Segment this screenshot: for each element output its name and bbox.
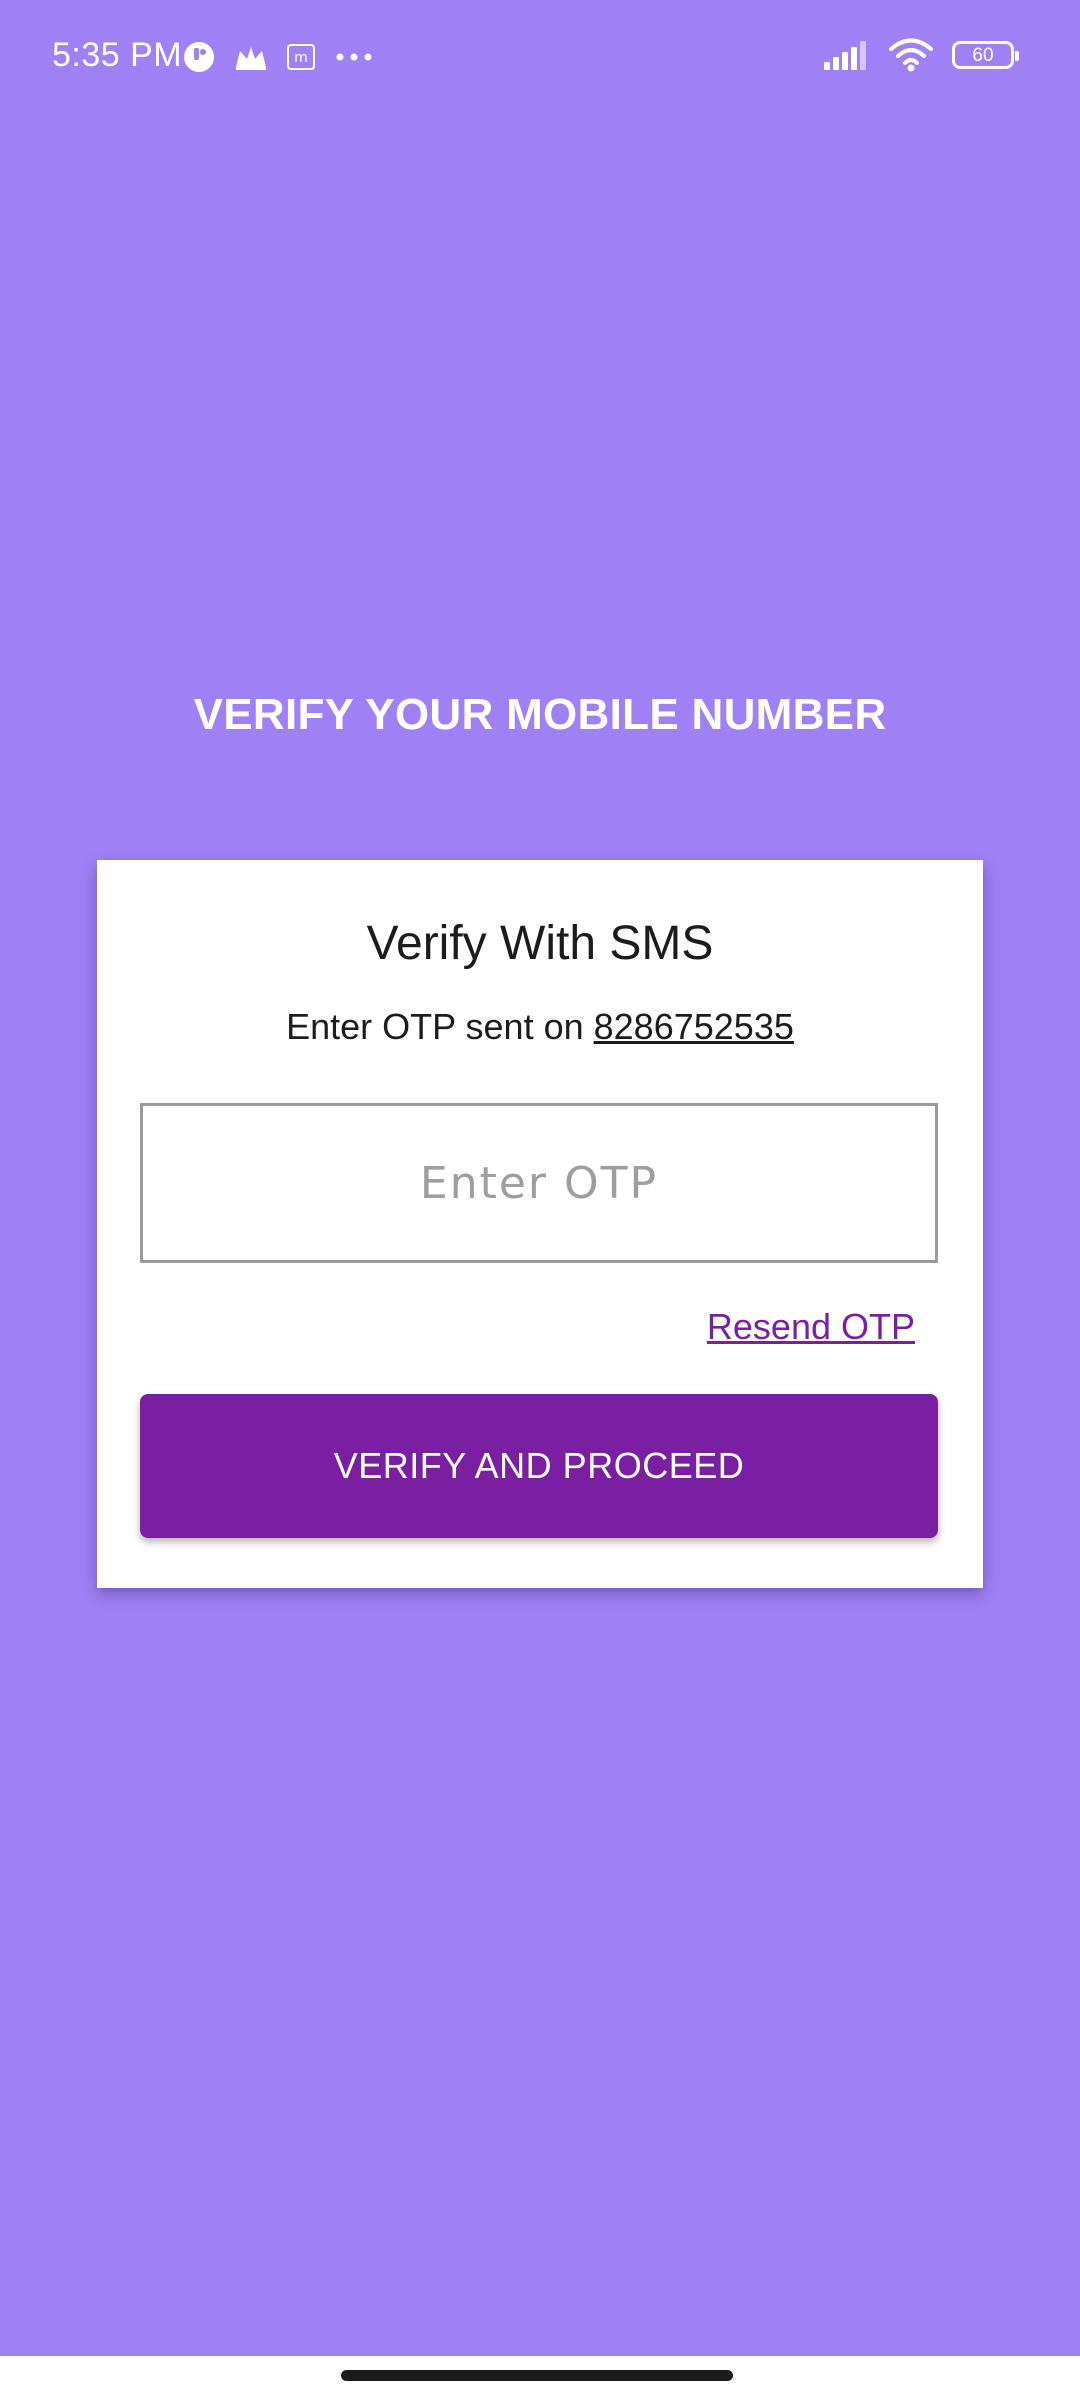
wifi-icon xyxy=(888,38,934,72)
verify-and-proceed-button[interactable]: VERIFY AND PROCEED xyxy=(140,1394,938,1538)
otp-sent-prefix: Enter OTP sent on xyxy=(286,1006,584,1047)
status-bar: 5:35 PM m 60 xyxy=(0,0,1080,116)
status-icons-right: 60 xyxy=(822,38,1019,72)
otp-sent-message: Enter OTP sent on 8286752535 xyxy=(97,1006,983,1048)
battery-level: 60 xyxy=(972,44,994,66)
svg-text:m: m xyxy=(294,50,308,66)
page-title: VERIFY YOUR MOBILE NUMBER xyxy=(193,690,887,739)
phone-number-link[interactable]: 8286752535 xyxy=(594,1006,794,1047)
m-badge-icon: m xyxy=(286,43,316,71)
home-indicator[interactable] xyxy=(341,2370,733,2381)
verify-card: Verify With SMS Enter OTP sent on 828675… xyxy=(97,860,983,1588)
resend-otp-link[interactable]: Resend OTP xyxy=(707,1306,915,1348)
signal-icon xyxy=(822,40,870,70)
battery-icon: 60 xyxy=(952,41,1019,69)
more-dots-icon xyxy=(334,52,374,62)
status-icons-left: m xyxy=(182,40,374,74)
notification-app-icon xyxy=(182,40,216,74)
card-title: Verify With SMS xyxy=(366,917,714,970)
crown-icon xyxy=(234,43,268,71)
verify-button-label: VERIFY AND PROCEED xyxy=(333,1445,745,1486)
otp-input[interactable] xyxy=(140,1103,938,1263)
navigation-bar xyxy=(0,2356,1080,2400)
status-time: 5:35 PM xyxy=(52,36,183,74)
